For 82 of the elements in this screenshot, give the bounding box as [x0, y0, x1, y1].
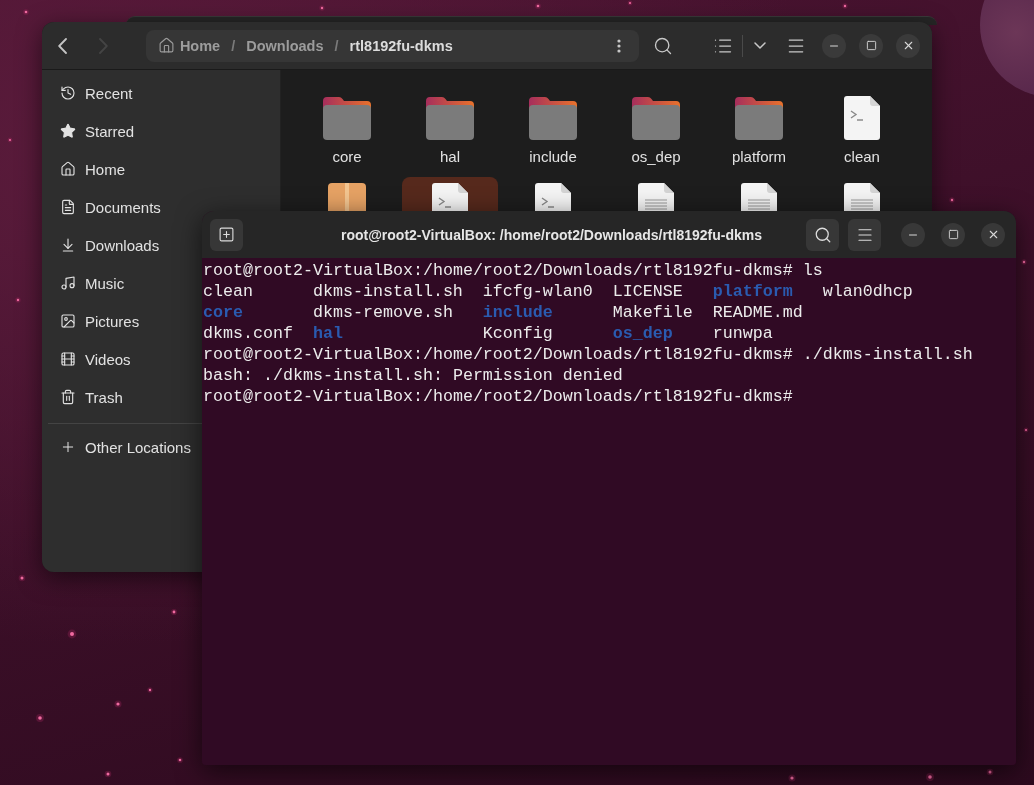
clock-icon [60, 85, 76, 101]
text-file-icon [638, 183, 674, 211]
file-name: LICENSE [612, 281, 683, 302]
terminal-line: root@root2-VirtualBox:/home/root2/Downloads/rtl8192fu-dkms# [203, 386, 793, 407]
file-name: dkms.conf [203, 323, 293, 344]
text-file-icon [741, 183, 777, 211]
file-item[interactable]: include [505, 88, 601, 170]
maximize-icon [947, 229, 959, 240]
minimize-button[interactable] [822, 33, 846, 58]
plus-icon [60, 439, 76, 455]
square-plus-icon [218, 226, 235, 243]
sidebar-item[interactable]: Documents [48, 188, 171, 226]
maximize-button[interactable] [941, 222, 965, 247]
close-button[interactable] [981, 222, 1005, 247]
file-name: wlan0dhcp [822, 281, 913, 302]
file-name: dkms-install.sh [312, 281, 463, 302]
path-separator: / [231, 37, 236, 54]
sidebar-item[interactable]: Pictures [48, 302, 150, 340]
sidebar-item[interactable]: Trash [48, 378, 133, 416]
directory-name: include [482, 302, 553, 323]
sidebar-item[interactable]: Starred [48, 112, 145, 150]
maximize-button[interactable] [859, 33, 883, 58]
file-name: ifcfg-wlan0 [482, 281, 593, 302]
folder-icon [426, 96, 474, 140]
terminal-line: bash: ./dkms-install.sh: Permission denied [203, 365, 623, 386]
close-button[interactable] [896, 33, 920, 58]
search-icon [813, 225, 832, 244]
file-item[interactable]: clean [814, 88, 910, 170]
terminal-line: root@root2-VirtualBox:/home/root2/Downloads/rtl8192fu-dkms# ls [203, 260, 823, 281]
terminal-line: root@root2-VirtualBox:/home/root2/Downloads/rtl8192fu-dkms# ./dkms-install.sh [203, 344, 973, 365]
folder-icon [323, 96, 371, 140]
file-name: Kconfig [482, 323, 553, 344]
directory-name: core [203, 302, 243, 323]
directory-name: os_dep [612, 323, 673, 344]
search-icon [653, 35, 673, 56]
sidebar-item[interactable]: Recent [48, 74, 143, 112]
path-separator: / [334, 37, 339, 54]
kebab-icon [617, 38, 621, 53]
script-file-icon [844, 96, 880, 140]
home-icon [60, 161, 76, 177]
breadcrumb[interactable]: Downloads [246, 37, 324, 54]
download-icon [60, 237, 76, 253]
folder-icon [735, 96, 783, 140]
sidebar-item[interactable]: Videos [48, 340, 141, 378]
menu-button[interactable] [848, 218, 881, 251]
minimize-button[interactable] [901, 222, 925, 247]
new-tab-button[interactable] [210, 218, 243, 251]
sidebar-item[interactable]: Music [48, 264, 135, 302]
breadcrumb[interactable]: Home [157, 37, 221, 54]
file-item[interactable] [402, 177, 498, 211]
window-title: root@root2-VirtualBox: /home/root2/Downloads/rtl8192fu-dkms [341, 226, 762, 243]
text-file-icon [844, 183, 880, 211]
sidebar-item[interactable]: Downloads [48, 226, 170, 264]
script-file-icon [432, 183, 468, 211]
sidebar-item[interactable]: Other Locations [48, 428, 201, 466]
file-item[interactable]: os_dep [608, 88, 704, 170]
star-icon [60, 123, 76, 139]
archive-icon [328, 183, 366, 211]
maximize-icon [865, 40, 877, 51]
film-icon [60, 351, 76, 367]
picture-icon [60, 313, 76, 329]
music-note-icon [60, 275, 76, 291]
file-item[interactable]: core [299, 88, 395, 170]
script-file-icon [535, 183, 571, 211]
sidebar-item[interactable]: Home [48, 150, 135, 188]
file-name: README.md [712, 302, 803, 323]
file-item[interactable]: hal [402, 88, 498, 170]
file-name: runwpa [712, 323, 773, 344]
document-icon [60, 199, 76, 215]
file-name: Makefile [612, 302, 693, 323]
breadcrumb[interactable]: rtl8192fu-dkms [349, 37, 453, 54]
file-name: dkms-remove.sh [312, 302, 453, 323]
directory-name: platform [712, 281, 793, 302]
directory-name: hal [312, 323, 343, 344]
home-icon [157, 37, 175, 54]
file-name: clean [203, 281, 253, 302]
folder-icon [529, 96, 577, 140]
file-item[interactable]: platform [711, 88, 807, 170]
trash-icon [60, 389, 76, 405]
caret-icon [754, 42, 766, 49]
search-button[interactable] [806, 218, 839, 251]
folder-icon [632, 96, 680, 140]
